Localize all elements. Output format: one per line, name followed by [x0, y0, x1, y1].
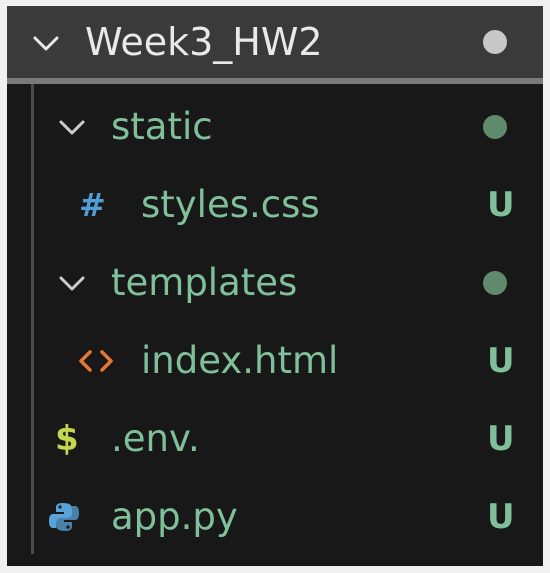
file-row-styles-css[interactable]: # styles.css U: [7, 166, 543, 244]
modified-dot-indicator: [483, 115, 507, 139]
env-file-icon: $: [55, 419, 79, 459]
file-label-env: .env.: [111, 417, 200, 460]
workspace-folder-row[interactable]: Week3_HW2: [7, 6, 543, 78]
untracked-status-badge: U: [487, 341, 515, 381]
folder-row-templates[interactable]: templates: [7, 244, 543, 322]
file-row-env[interactable]: $ .env. U: [7, 400, 543, 478]
file-label-app-py: app.py: [111, 495, 238, 538]
python-file-icon: [47, 500, 81, 534]
chevron-down-icon[interactable]: [31, 28, 61, 58]
untracked-status-badge: U: [487, 497, 515, 537]
html-file-icon: [77, 348, 115, 374]
file-row-app-py[interactable]: app.py U: [7, 478, 543, 556]
file-label-styles-css: styles.css: [141, 183, 320, 226]
folder-label-templates: templates: [111, 261, 298, 304]
css-file-icon: #: [79, 186, 106, 224]
file-label-index-html: index.html: [141, 339, 339, 382]
chevron-down-icon[interactable]: [57, 112, 87, 142]
folder-row-static[interactable]: static: [7, 88, 543, 166]
file-row-index-html[interactable]: index.html U: [7, 322, 543, 400]
untracked-status-badge: U: [487, 185, 515, 225]
workspace-folder-label: Week3_HW2: [85, 20, 323, 64]
untracked-status-badge: U: [487, 419, 515, 459]
modified-dot-indicator: [483, 30, 507, 54]
explorer-panel: Week3_HW2 static # styles.css U template…: [7, 6, 543, 566]
header-divider: [7, 78, 543, 84]
chevron-down-icon[interactable]: [57, 268, 87, 298]
folder-label-static: static: [111, 105, 213, 148]
modified-dot-indicator: [483, 271, 507, 295]
